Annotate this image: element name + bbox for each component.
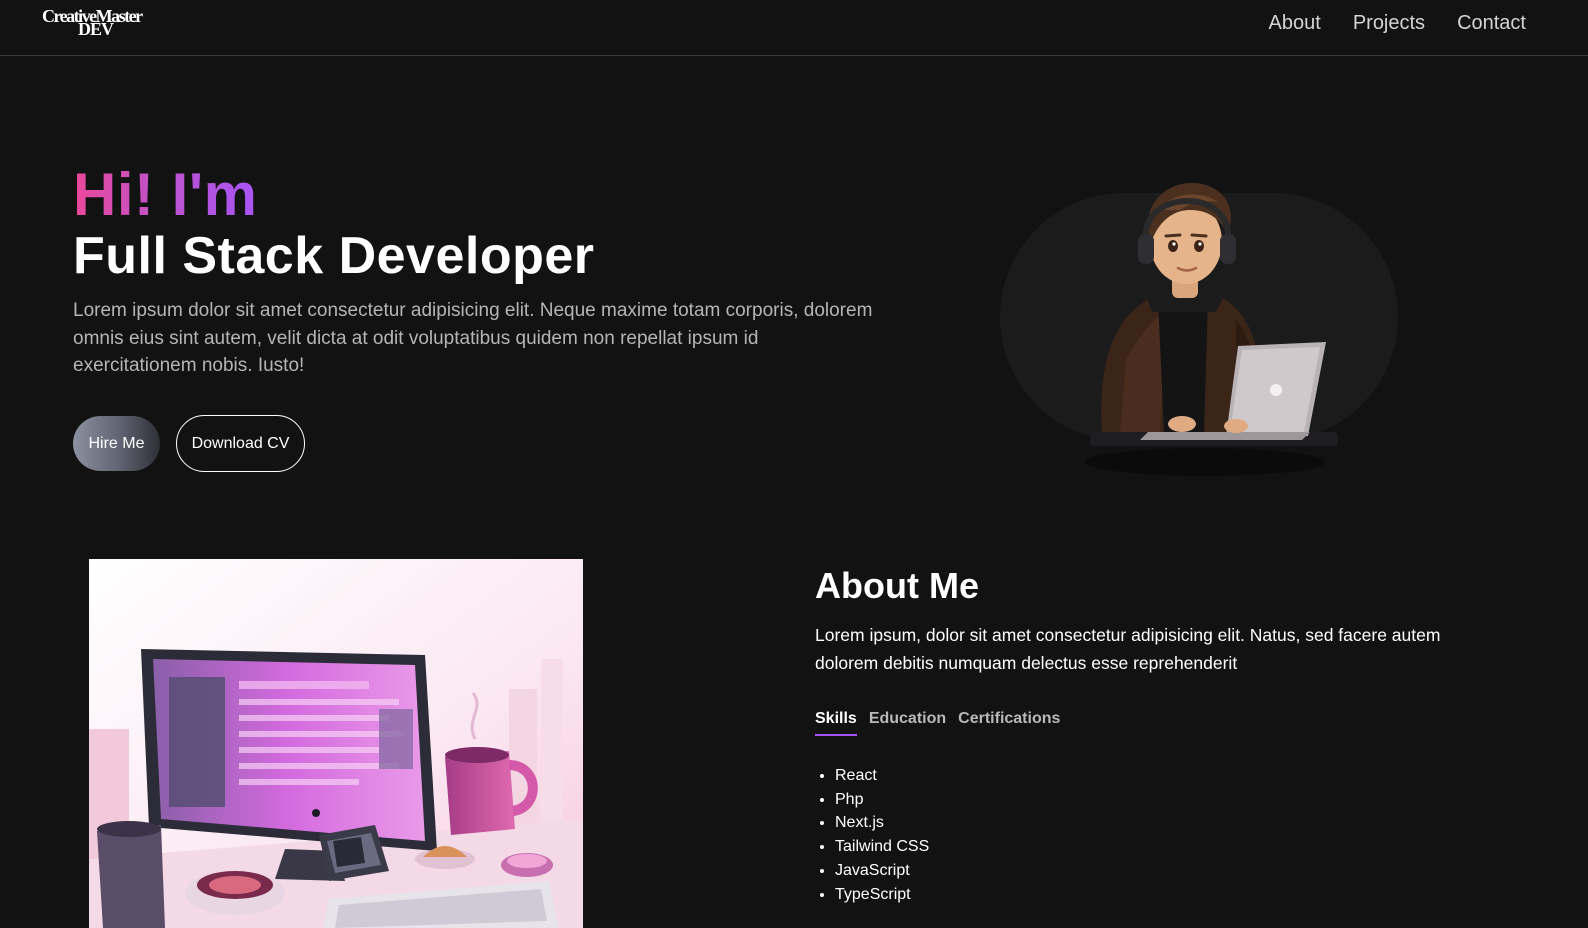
nav-links: About Projects Contact: [1269, 10, 1526, 36]
hero-description: Lorem ipsum dolor sit amet consectetur a…: [73, 300, 873, 376]
skill-item: TypeScript: [835, 883, 929, 907]
about-tabs: Skills Education Certifications: [815, 708, 1060, 736]
developer-avatar-icon: [1040, 170, 1360, 490]
navbar: CreativeMaster DEV About Projects Contac…: [0, 0, 1588, 56]
download-cv-button[interactable]: Download CV: [176, 415, 305, 472]
skill-item: Tailwind CSS: [835, 835, 929, 859]
tab-skills[interactable]: Skills: [815, 708, 857, 736]
skill-item: JavaScript: [835, 859, 929, 883]
workspace-illustration: [89, 559, 583, 928]
logo-line-2: DEV: [78, 19, 114, 39]
about-description: Lorem ipsum, dolor sit amet consectetur …: [815, 625, 1441, 673]
hero-greeting: Hi! I'm: [73, 161, 258, 228]
skill-item: React: [835, 764, 929, 788]
logo[interactable]: CreativeMaster DEV: [42, 6, 154, 40]
nav-link-projects[interactable]: Projects: [1353, 10, 1425, 36]
hero-role: Full Stack Developer: [73, 227, 595, 285]
skill-item: Php: [835, 788, 929, 812]
hire-me-button[interactable]: Hire Me: [73, 416, 160, 471]
tab-certifications[interactable]: Certifications: [958, 708, 1060, 736]
skills-list: React Php Next.js Tailwind CSS JavaScrip…: [815, 764, 929, 906]
about-title: About Me: [815, 565, 979, 606]
nav-link-about[interactable]: About: [1269, 10, 1321, 36]
nav-link-contact[interactable]: Contact: [1457, 10, 1526, 36]
skill-item: Next.js: [835, 811, 929, 835]
tab-education[interactable]: Education: [869, 708, 946, 736]
